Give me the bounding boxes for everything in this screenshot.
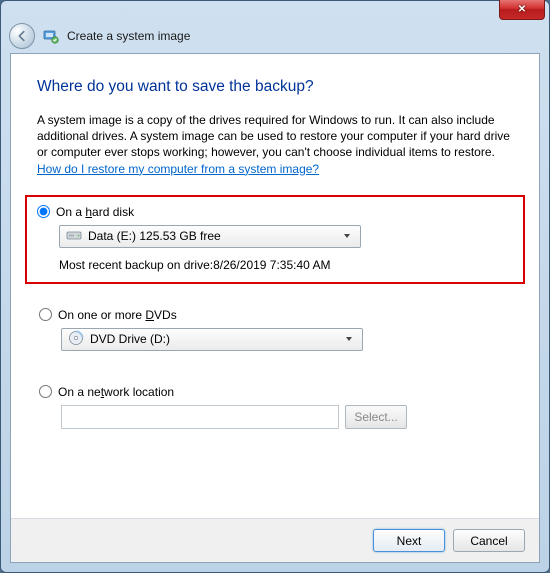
option-dvd-group: On one or more DVDs DVD Drive (D:) (37, 308, 513, 351)
content-area: Where do you want to save the backup? A … (11, 54, 539, 429)
radio-row-hard-disk: On a hard disk (37, 205, 513, 219)
hard-drive-icon (66, 227, 82, 246)
network-input-row: Select... (39, 405, 513, 429)
hard-disk-status: Most recent backup on drive:8/26/2019 7:… (59, 258, 513, 272)
next-button[interactable]: Next (373, 529, 445, 552)
back-button[interactable] (9, 23, 35, 49)
radio-label-hard-disk[interactable]: On a hard disk (56, 205, 134, 219)
titlebar: ✕ (1, 1, 549, 21)
description-text: A system image is a copy of the drives r… (37, 112, 513, 177)
dvd-selected-value: DVD Drive (D:) (90, 332, 170, 346)
system-image-icon (43, 28, 59, 44)
option-hard-disk-group: On a hard disk Data (E:) 125.53 GB free … (25, 195, 525, 284)
select-network-button[interactable]: Select... (345, 405, 407, 429)
dialog-window: ✕ Create a system image Where do you wan… (0, 0, 550, 573)
dvd-dropdown[interactable]: DVD Drive (D:) (61, 328, 363, 351)
hard-disk-selected-value: Data (E:) 125.53 GB free (88, 229, 221, 243)
radio-row-dvd: On one or more DVDs (39, 308, 513, 322)
help-link[interactable]: How do I restore my computer from a syst… (37, 162, 319, 176)
close-button[interactable]: ✕ (499, 0, 545, 20)
radio-dvd[interactable] (39, 308, 52, 321)
page-heading: Where do you want to save the backup? (37, 78, 513, 96)
footer: Next Cancel (11, 518, 539, 562)
radio-network[interactable] (39, 385, 52, 398)
hard-disk-dropdown[interactable]: Data (E:) 125.53 GB free (59, 225, 361, 248)
radio-hard-disk[interactable] (37, 205, 50, 218)
content-frame: Where do you want to save the backup? A … (10, 53, 540, 563)
close-icon: ✕ (518, 4, 526, 15)
chevron-down-icon (340, 335, 358, 343)
network-path-input[interactable] (61, 405, 339, 429)
disc-icon (68, 330, 84, 349)
radio-label-dvd[interactable]: On one or more DVDs (58, 308, 177, 322)
header-bar: Create a system image (1, 21, 549, 51)
option-network-group: On a network location Select... (37, 385, 513, 429)
header-title: Create a system image (67, 29, 190, 43)
radio-row-network: On a network location (39, 385, 513, 399)
chevron-down-icon (338, 232, 356, 240)
description-body: A system image is a copy of the drives r… (37, 113, 510, 159)
radio-label-network[interactable]: On a network location (58, 385, 174, 399)
back-arrow-icon (15, 29, 29, 43)
cancel-button[interactable]: Cancel (453, 529, 525, 552)
